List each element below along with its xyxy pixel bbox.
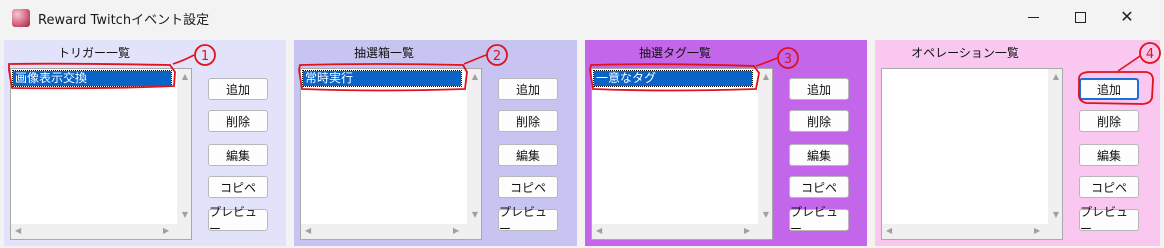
vertical-scrollbar[interactable]: ▲ [1048,69,1062,225]
trigger-delete-button[interactable]: 削除 [208,110,268,132]
vertical-scrollbar[interactable]: ▲ [467,69,481,225]
scroll-up-icon[interactable]: ▲ [182,73,188,81]
scroll-left-icon[interactable]: ◀ [15,227,21,235]
lottery-tag-copy-button[interactable]: コピペ [789,176,849,198]
trigger-edit-button[interactable]: 編集 [208,144,268,166]
maximize-button[interactable] [1057,0,1103,34]
window-title: Reward Twitchイベント設定 [38,13,210,28]
trigger-panel-title: トリガー一覧 [57,46,130,60]
scroll-corner [177,224,191,239]
scroll-down-icon[interactable]: ▼ [1053,211,1059,219]
lottery-tag-delete-button[interactable]: 削除 [789,110,849,132]
scroll-left-icon[interactable]: ◀ [305,227,311,235]
scroll-down-icon[interactable]: ▼ [182,211,188,219]
trigger-panel: トリガー一覧 画像表示交換 ▲ ▼ ◀ ▶ 追加 削除 編集 コピペ プレビュー [4,40,286,246]
lottery-box-panel-title: 抽選箱一覧 [353,46,414,60]
trigger-copy-button[interactable]: コピペ [208,176,268,198]
scroll-up-icon[interactable]: ▲ [1053,73,1059,81]
lottery-box-delete-button[interactable]: 削除 [498,110,558,132]
lottery-box-list-item[interactable]: 常時実行 [302,70,462,87]
operation-delete-button[interactable]: 削除 [1079,110,1139,132]
scroll-up-icon[interactable]: ▲ [763,73,769,81]
lottery-tag-add-button[interactable]: 追加 [789,78,849,100]
close-icon: ✕ [1120,7,1134,26]
lottery-tag-preview-button[interactable]: プレビュー [789,205,849,236]
vertical-scrollbar[interactable]: ▲ [177,69,191,225]
lottery-box-copy-button[interactable]: コピペ [498,176,558,198]
vertical-scrollbar[interactable]: ▲ [758,69,772,225]
horizontal-scrollbar[interactable]: ◀ ▶ [882,224,1048,239]
scroll-corner [1048,224,1062,239]
title-bar: Reward Twitchイベント設定 ✕ [0,0,1164,36]
scroll-down-icon[interactable]: ▼ [763,211,769,219]
operation-copy-button[interactable]: コピペ [1079,176,1139,198]
lottery-box-listbox[interactable]: 常時実行 ▲ ▼ ◀ ▶ [300,68,482,240]
lottery-tag-panel-title: 抽選タグ一覧 [638,46,711,60]
lottery-tag-listbox[interactable]: 一意なタグ ▲ ▼ ◀ ▶ [591,68,773,240]
horizontal-scrollbar[interactable]: ◀ ▶ [11,224,177,239]
scroll-right-icon[interactable]: ▶ [453,227,459,235]
scroll-left-icon[interactable]: ◀ [886,227,892,235]
trigger-add-button[interactable]: 追加 [208,78,268,100]
lottery-box-panel: 抽選箱一覧 常時実行 ▲ ▼ ◀ ▶ 追加 削除 編集 コピペ プレビュー [294,40,577,246]
operation-panel: オペレーション一覧 ▲ ▼ ◀ ▶ 追加 削除 編集 コピペ プレビュー [875,40,1160,246]
scroll-up-icon[interactable]: ▲ [472,73,478,81]
operation-edit-button[interactable]: 編集 [1079,144,1139,166]
horizontal-scrollbar[interactable]: ◀ ▶ [301,224,467,239]
lottery-tag-list-item[interactable]: 一意なタグ [593,70,753,87]
operation-panel-title: オペレーション一覧 [911,46,1019,60]
close-button[interactable]: ✕ [1104,0,1150,34]
maximize-icon [1074,11,1086,23]
lottery-tag-edit-button[interactable]: 編集 [789,144,849,166]
scroll-corner [467,224,481,239]
lottery-box-preview-button[interactable]: プレビュー [498,205,558,236]
horizontal-scrollbar[interactable]: ◀ ▶ [592,224,758,239]
minimize-button[interactable] [1010,0,1056,34]
trigger-list-item[interactable]: 画像表示交換 [12,70,172,87]
scroll-down-icon[interactable]: ▼ [472,211,478,219]
reward-twitch-event-settings-window: Reward Twitchイベント設定 ✕ トリガー一覧 画像表示交換 ▲ ▼ … [0,0,1164,248]
scroll-right-icon[interactable]: ▶ [744,227,750,235]
lottery-box-add-button[interactable]: 追加 [498,78,558,100]
scroll-right-icon[interactable]: ▶ [163,227,169,235]
operation-listbox[interactable]: ▲ ▼ ◀ ▶ [881,68,1063,240]
lottery-box-edit-button[interactable]: 編集 [498,144,558,166]
minimize-icon [1027,16,1039,18]
operation-preview-button[interactable]: プレビュー [1079,205,1139,236]
lottery-tag-panel: 抽選タグ一覧 一意なタグ ▲ ▼ ◀ ▶ 追加 削除 編集 コピペ プレビュー [585,40,867,246]
scroll-right-icon[interactable]: ▶ [1034,227,1040,235]
trigger-preview-button[interactable]: プレビュー [208,205,268,236]
operation-add-button[interactable]: 追加 [1079,78,1139,100]
app-icon [12,9,30,27]
scroll-corner [758,224,772,239]
trigger-listbox[interactable]: 画像表示交換 ▲ ▼ ◀ ▶ [10,68,192,240]
scroll-left-icon[interactable]: ◀ [596,227,602,235]
